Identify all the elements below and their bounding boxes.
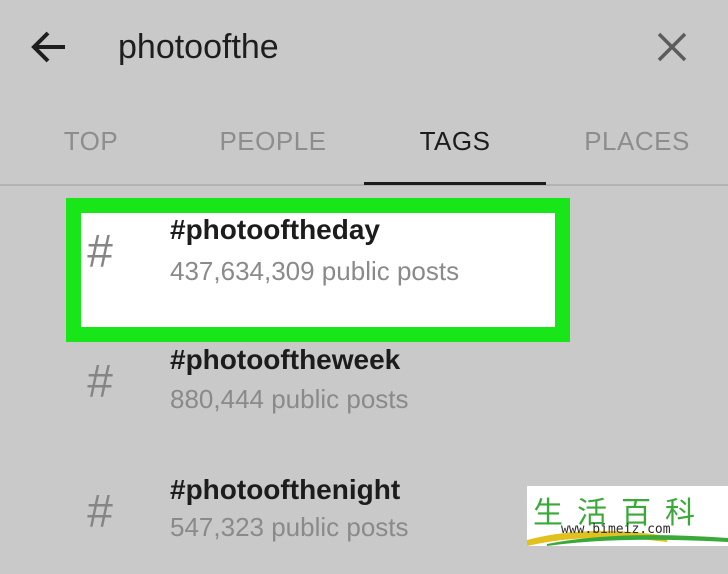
- hashtag-icon: #: [87, 355, 113, 407]
- watermark: 生活百科 www.bimeiz.com: [527, 486, 728, 546]
- clear-search-button[interactable]: [651, 26, 693, 68]
- tab-people[interactable]: PEOPLE: [182, 98, 364, 184]
- tab-tags[interactable]: TAGS: [364, 98, 546, 184]
- tab-places[interactable]: PLACES: [546, 98, 728, 184]
- back-button[interactable]: [28, 26, 70, 68]
- arrow-left-icon: [31, 31, 65, 63]
- tag-post-count: 547,323 public posts: [170, 512, 409, 542]
- tab-top[interactable]: TOP: [0, 98, 182, 184]
- search-input[interactable]: [118, 22, 598, 72]
- tag-name: #photooftheday: [170, 214, 380, 245]
- tag-result-row[interactable]: # #photooftheday 437,634,309 public post…: [0, 186, 728, 342]
- tag-name: #photooftheweek: [170, 344, 401, 375]
- tag-post-count: 880,444 public posts: [170, 384, 409, 414]
- tag-post-count: 437,634,309 public posts: [170, 256, 460, 286]
- hashtag-icon: #: [87, 485, 113, 537]
- watermark-url: www.bimeiz.com: [561, 522, 671, 537]
- search-tabs: TOP PEOPLE TAGS PLACES: [0, 98, 728, 186]
- search-bar: [0, 0, 728, 96]
- hashtag-icon: #: [87, 225, 113, 277]
- active-tab-indicator: [364, 182, 546, 185]
- tag-result-row[interactable]: # #photooftheweek 880,444 public posts: [0, 316, 728, 444]
- close-icon: [657, 32, 687, 62]
- tag-name: #photoofthenight: [170, 474, 401, 505]
